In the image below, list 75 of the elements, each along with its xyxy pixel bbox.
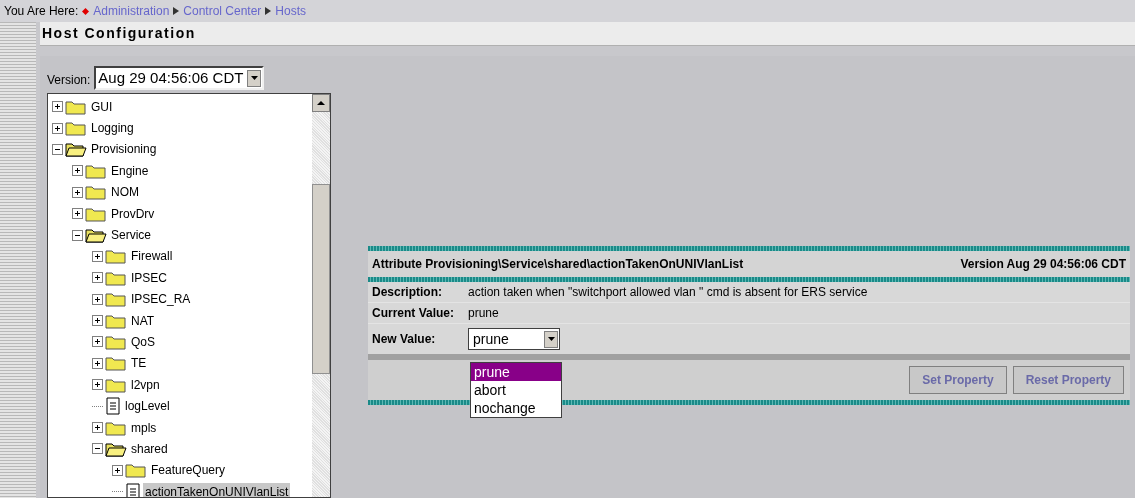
folder-icon	[105, 419, 127, 436]
tree-item[interactable]: NOM	[109, 183, 141, 202]
breadcrumb-label: You Are Here:	[4, 3, 79, 20]
tree-item[interactable]: IPSEC	[129, 268, 169, 287]
field-label: Description:	[372, 284, 443, 301]
folder-icon	[105, 312, 127, 329]
folder-icon	[105, 269, 127, 286]
expand-icon[interactable]	[92, 336, 103, 348]
expand-icon[interactable]	[92, 250, 103, 262]
dropdown-option[interactable]: abort	[471, 381, 561, 399]
scrollbar[interactable]	[312, 94, 330, 497]
tree-item[interactable]: shared	[129, 439, 170, 458]
folder-icon	[65, 120, 87, 137]
folder-icon	[85, 184, 107, 201]
chevron-icon	[265, 7, 272, 15]
folder-icon	[105, 334, 127, 350]
tree-item[interactable]: TE	[129, 354, 149, 373]
tree-item[interactable]: FeatureQuery	[149, 461, 228, 480]
field-label: Current Value:	[372, 305, 456, 322]
folder-icon	[105, 355, 127, 372]
tree-item[interactable]: Firewall	[129, 247, 175, 266]
tree-item[interactable]: mpls	[129, 418, 159, 437]
expand-icon[interactable]	[112, 464, 123, 476]
version-label: Version:	[47, 72, 91, 89]
dropdown-option[interactable]: prune	[471, 363, 561, 381]
field-value: action taken when "switchport allowed vlan " cmd is absent for ERS service	[468, 284, 868, 301]
open-folder-icon	[105, 440, 127, 457]
dropdown-option[interactable]: nochange	[471, 399, 561, 417]
tree-item[interactable]: l2vpn	[129, 375, 162, 394]
tree-item[interactable]: actionTakenOnUNIVlanList	[143, 482, 291, 497]
folder-icon	[105, 376, 127, 393]
tree-item[interactable]: ProvDrv	[109, 204, 157, 223]
folder-icon	[105, 291, 127, 308]
attribute-version: Version Aug 29 04:56:06 CDT	[960, 256, 1126, 273]
version-select[interactable]: Aug 29 04:56:06 CDT	[94, 66, 265, 90]
folder-icon	[65, 98, 87, 115]
document-icon	[105, 397, 121, 416]
tree-item[interactable]: Provisioning	[89, 140, 159, 159]
chevron-icon	[173, 7, 180, 15]
tree-item[interactable]: Engine	[109, 161, 151, 180]
tree-item[interactable]: Logging	[89, 119, 136, 138]
page-title: Host Configuration	[42, 24, 196, 43]
new-value-select[interactable]: prune	[468, 328, 560, 350]
folder-icon	[85, 162, 107, 179]
expand-icon[interactable]	[92, 293, 103, 305]
expand-icon[interactable]	[72, 186, 83, 198]
collapse-icon[interactable]	[52, 143, 63, 155]
open-folder-icon	[85, 227, 107, 244]
expand-icon[interactable]	[92, 272, 103, 284]
field-value: prune	[468, 305, 499, 322]
field-label: New Value:	[372, 331, 437, 348]
folder-icon	[85, 205, 107, 222]
expand-icon[interactable]	[72, 208, 83, 220]
scroll-thumb[interactable]	[312, 184, 330, 374]
folder-icon	[105, 248, 127, 265]
open-folder-icon	[65, 141, 87, 158]
tree-item[interactable]: IPSEC_RA	[129, 290, 193, 309]
collapse-icon[interactable]	[92, 443, 103, 455]
bullet-icon	[82, 7, 90, 15]
folder-icon	[125, 462, 147, 479]
attribute-title: Attribute Provisioning\Service\shared\actionTakenOnUNIVlanList	[372, 256, 744, 273]
expand-icon[interactable]	[72, 165, 83, 177]
expand-icon[interactable]	[92, 357, 103, 369]
tree-item[interactable]: Service	[109, 226, 153, 245]
collapse-icon[interactable]	[72, 229, 83, 241]
expand-icon[interactable]	[92, 379, 103, 391]
expand-icon[interactable]	[52, 122, 63, 134]
tree-item[interactable]: QoS	[129, 333, 157, 351]
tree-item[interactable]: GUI	[89, 97, 115, 116]
tree-item[interactable]: NAT	[129, 311, 157, 330]
tree-item[interactable]: logLevel	[123, 397, 172, 416]
expand-icon[interactable]	[52, 101, 63, 113]
expand-icon[interactable]	[92, 422, 103, 434]
scroll-up-icon[interactable]	[312, 94, 330, 112]
expand-icon[interactable]	[92, 315, 103, 327]
